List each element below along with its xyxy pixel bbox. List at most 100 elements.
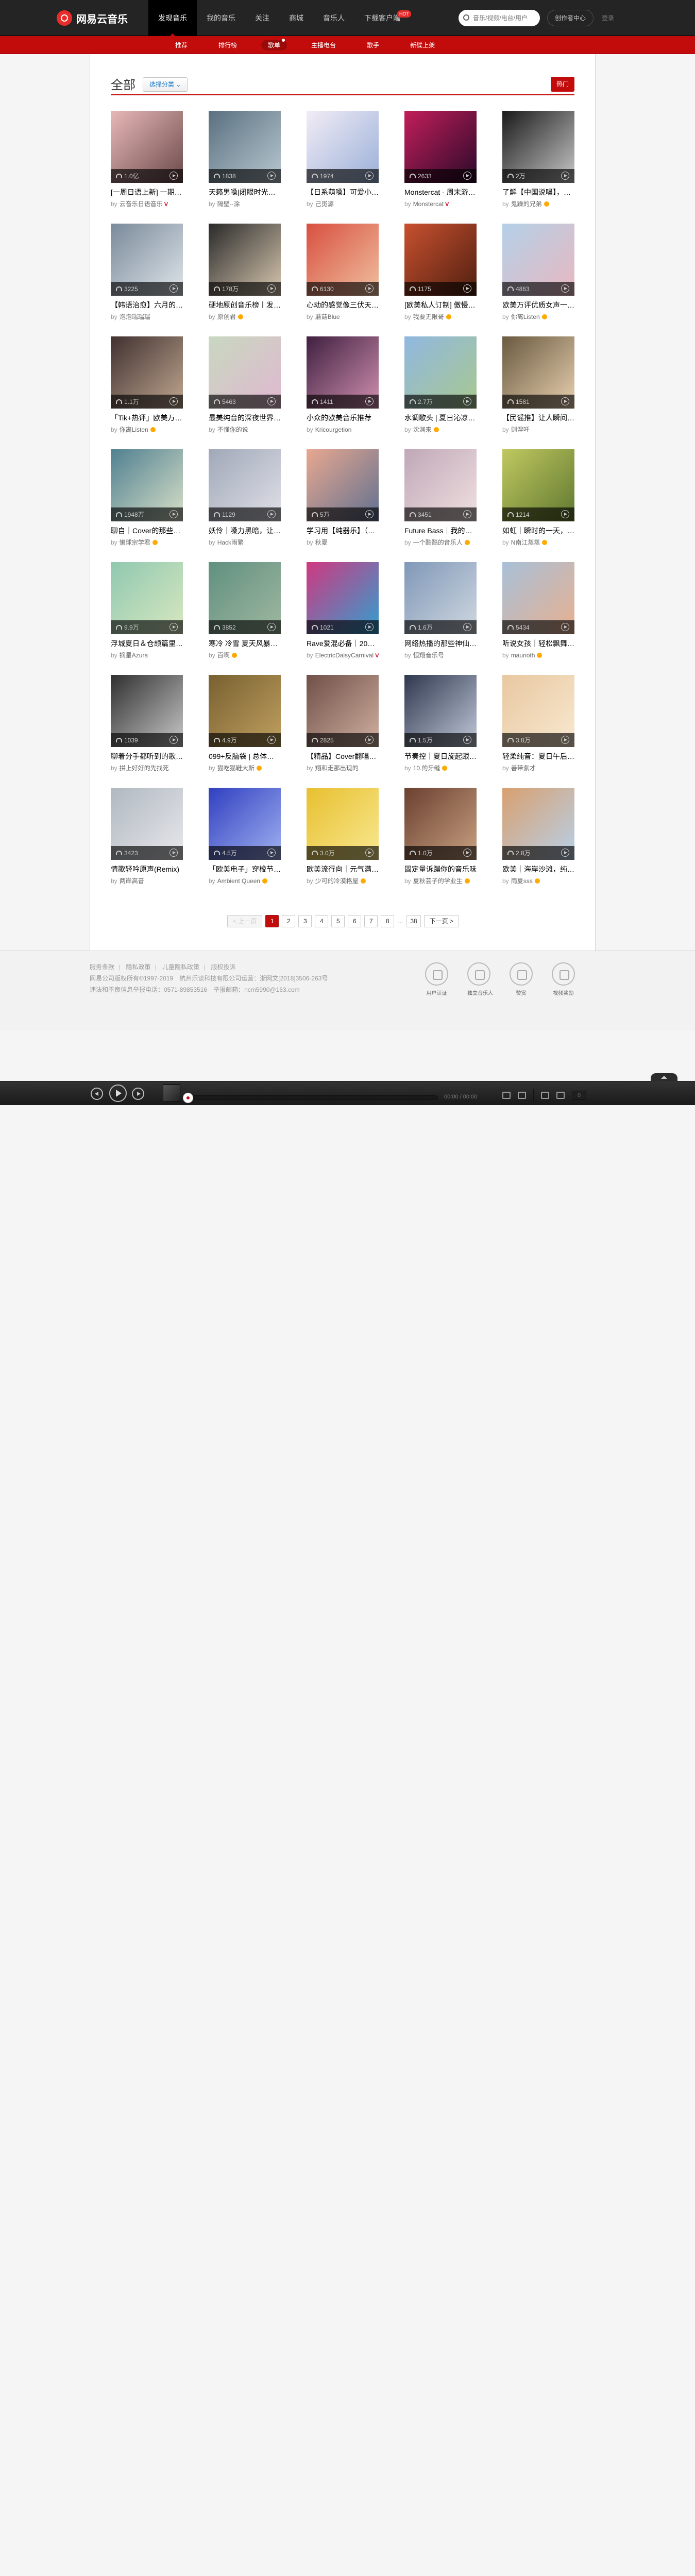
play-icon[interactable] <box>365 284 374 293</box>
play-icon[interactable] <box>267 623 276 631</box>
play-icon[interactable] <box>267 172 276 180</box>
prev-page-button[interactable]: < 上一页 <box>227 915 263 927</box>
playlist-title[interactable]: 【民谣推】让人瞬间安静的歌 <box>502 413 574 423</box>
playlist-author[interactable]: 夏秋芸子的学业生 <box>413 877 463 885</box>
playlist-author[interactable]: 两岸高音 <box>120 877 144 885</box>
playlist-title[interactable]: 节奏控｜夏日旋起跟节拍 <box>404 751 477 761</box>
playlist-author[interactable]: Monstercat <box>413 200 444 208</box>
playlist-cover[interactable]: 178万 <box>209 224 281 296</box>
play-icon[interactable] <box>267 849 276 857</box>
hot-sort-button[interactable]: 热门 <box>551 77 574 92</box>
playlist-author[interactable]: Kricourgetion <box>315 426 352 433</box>
playlist-cover[interactable]: 1948万 <box>111 449 183 521</box>
playlist-title[interactable]: 【韩语治愈】六月的风温柔 <box>111 300 183 310</box>
playlist-cover[interactable]: 1974 <box>307 111 379 183</box>
subnav-toplist[interactable]: 排行榜 <box>212 40 244 50</box>
play-icon[interactable] <box>561 397 569 405</box>
footer-musician-link[interactable]: 独立音乐人 <box>467 962 493 996</box>
playlist-author[interactable]: 摘星Azura <box>120 652 148 659</box>
playlist-title[interactable]: 妖伶｜嗓力黑暗，让你的耳朵怀孕 <box>209 526 281 536</box>
play-icon[interactable] <box>169 510 178 518</box>
playlist-author[interactable]: 你离Listen <box>511 313 540 320</box>
playlist-title[interactable]: 水调歌头 | 夏日沁凉的旋律 <box>404 413 477 423</box>
playlist-author[interactable]: 蘑菇Blue <box>315 313 340 320</box>
play-icon[interactable] <box>561 284 569 293</box>
playlist-author[interactable]: 拼上好好的先找死 <box>120 765 169 772</box>
playlist-cover[interactable]: 1214 <box>502 449 574 521</box>
footer-link[interactable]: 儿童隐私政策 <box>162 963 199 971</box>
play-icon[interactable] <box>561 510 569 518</box>
play-icon[interactable] <box>267 736 276 744</box>
playlist-cover[interactable]: 5万 <box>307 449 379 521</box>
playlist-title[interactable]: 寒冷 冷雪 夏天风暴的音符 <box>209 638 281 649</box>
page-number[interactable]: 8 <box>381 915 395 927</box>
footer-link[interactable]: 服务条款 <box>90 963 114 971</box>
play-icon[interactable] <box>267 284 276 293</box>
now-playing-cover[interactable] <box>163 1084 180 1102</box>
page-number[interactable]: 6 <box>348 915 362 927</box>
playlist-title[interactable]: Rave爱混必备｜2023 EDC <box>307 638 379 649</box>
play-icon[interactable] <box>267 510 276 518</box>
subnav-djradio[interactable]: 主播电台 <box>304 40 343 50</box>
playlist-cover[interactable]: 1129 <box>209 449 281 521</box>
playlist-author[interactable]: 鬼躁的兄弟 <box>511 200 542 208</box>
prev-track-button[interactable] <box>91 1088 103 1100</box>
playlist-cover[interactable]: 1.5万 <box>404 675 477 747</box>
playlist-author[interactable]: Hack雨繁 <box>217 539 244 546</box>
subnav-recommend[interactable]: 推荐 <box>168 40 194 50</box>
play-icon[interactable] <box>267 397 276 405</box>
playlist-author[interactable]: 百啊 <box>217 652 230 659</box>
play-icon[interactable] <box>169 284 178 293</box>
playlist-cover[interactable]: 1.0亿 <box>111 111 183 183</box>
play-icon[interactable] <box>169 397 178 405</box>
playlist-author[interactable]: 猫吃猫鞋大斯 <box>217 765 255 772</box>
playlist-cover[interactable]: 1021 <box>307 562 379 634</box>
play-icon[interactable] <box>463 623 471 631</box>
playlist-title[interactable]: 浮城夏日＆仓颉篇里的小夏天 <box>111 638 183 649</box>
playlist-author[interactable]: N南江蒸蒸 <box>511 539 540 546</box>
playlist-author[interactable]: 雨夏sss <box>511 877 533 885</box>
playlist-title[interactable]: 硬地原创音乐榜丨发现好音乐 <box>209 300 281 310</box>
playlist-cover[interactable]: 2.7万 <box>404 336 477 409</box>
playlist-title[interactable]: 天籁男嗓|闭眼时光里的温柔治愈 <box>209 187 281 197</box>
play-icon[interactable] <box>561 849 569 857</box>
loop-icon[interactable] <box>556 1092 565 1099</box>
volume-icon[interactable] <box>541 1092 549 1099</box>
playlist-cover[interactable]: 1.0万 <box>404 788 477 860</box>
subnav-artist[interactable]: 歌手 <box>360 40 386 50</box>
playlist-title[interactable]: [欧美私人订制] 傲慢与偏见 <box>404 300 477 310</box>
playlist-title[interactable]: 小众的欧美音乐推荐 <box>307 413 379 423</box>
playlist-title[interactable]: Future Bass｜我的鼓点时光 <box>404 526 477 536</box>
playlist-cover[interactable]: 3.0万 <box>307 788 379 860</box>
playlist-cover[interactable]: 1.1万 <box>111 336 183 409</box>
playlist-author[interactable]: 原创君 <box>217 313 236 320</box>
playlist-author[interactable]: 恒翔音乐号 <box>413 652 444 659</box>
play-icon[interactable] <box>463 172 471 180</box>
footer-auth-link[interactable]: 用户认证 <box>425 962 448 996</box>
play-icon[interactable] <box>365 510 374 518</box>
search-input[interactable] <box>473 14 535 22</box>
playlist-cover[interactable]: 2万 <box>502 111 574 183</box>
next-track-button[interactable] <box>132 1088 144 1100</box>
playlist-title[interactable]: 轻柔纯音：夏日午后的温暖 <box>502 751 574 761</box>
playlist-cover[interactable]: 6130 <box>307 224 379 296</box>
page-number[interactable]: 4 <box>315 915 329 927</box>
site-logo[interactable]: 网易云音乐 <box>57 10 128 26</box>
page-number[interactable]: 5 <box>331 915 345 927</box>
progress-handle[interactable] <box>183 1093 193 1103</box>
play-icon[interactable] <box>365 397 374 405</box>
playlist-title[interactable]: 聊自｜Cover的那些翻唱合集 <box>111 526 183 536</box>
play-icon[interactable] <box>463 736 471 744</box>
playlist-cover[interactable]: 4863 <box>502 224 574 296</box>
playlist-cover[interactable]: 2.8万 <box>502 788 574 860</box>
playlist-cover[interactable]: 3852 <box>209 562 281 634</box>
playlist-author[interactable]: 我要无限哥 <box>413 313 444 320</box>
play-icon[interactable] <box>169 736 178 744</box>
playlist-cover[interactable]: 3225 <box>111 224 183 296</box>
playlist-title[interactable]: 了解【中国说唱】，从这里开始 <box>502 187 574 197</box>
subnav-album[interactable]: 新碟上架 <box>403 40 442 50</box>
add-to-collection-icon[interactable] <box>502 1092 511 1099</box>
play-icon[interactable] <box>169 172 178 180</box>
play-icon[interactable] <box>365 849 374 857</box>
playlist-author[interactable]: 10.的牙缝 <box>413 765 440 772</box>
